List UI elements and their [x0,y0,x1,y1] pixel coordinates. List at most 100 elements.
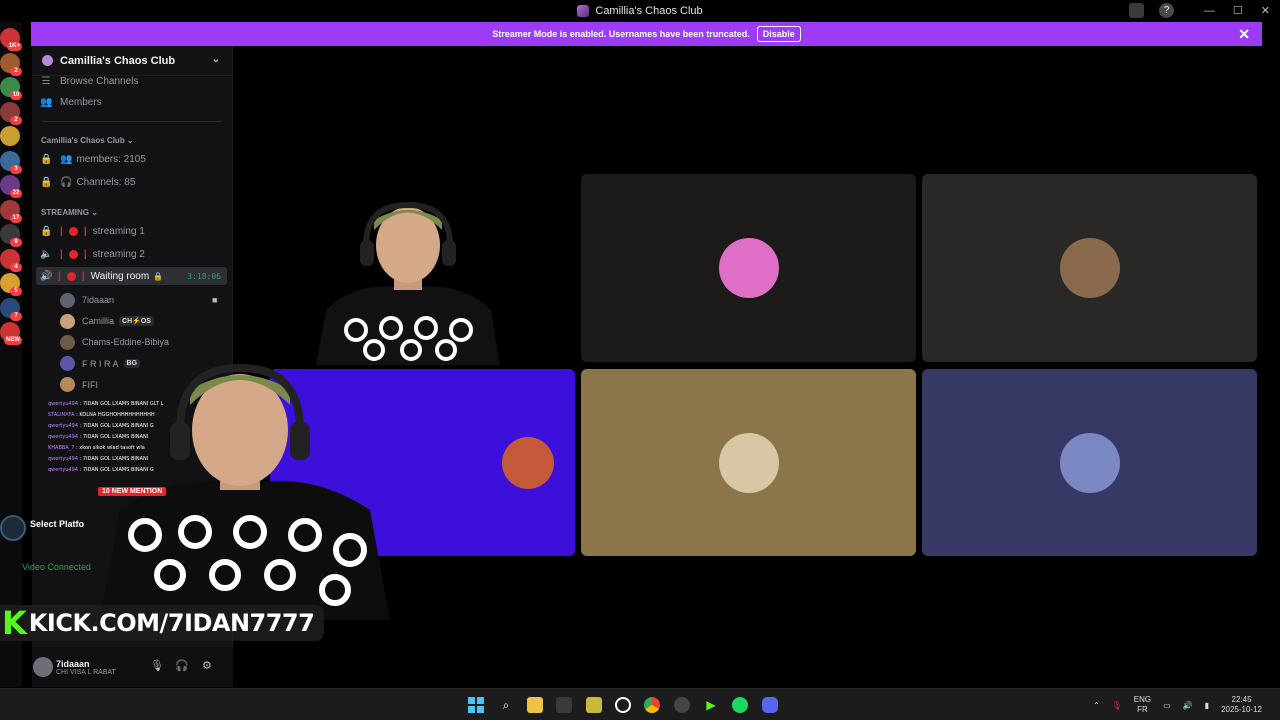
browser-icon[interactable] [674,697,690,713]
avatar [60,292,75,308]
avatar [60,313,75,329]
discord-icon[interactable] [762,697,778,713]
mention-badge: 5 [10,287,22,296]
chrome-icon[interactable] [644,697,660,713]
live-dot-icon [68,226,78,236]
members-link[interactable]: 👥 Members [40,93,102,111]
network-icon[interactable]: ▭ [1163,701,1171,710]
server-icon[interactable]: 4 [0,248,22,272]
avatar [60,377,75,393]
people-icon: 👥 [60,153,73,165]
voice-member[interactable]: FIFI [60,377,98,393]
store-icon[interactable] [556,697,572,713]
folder-icon[interactable] [527,697,543,713]
mention-badge: NEW [4,336,22,345]
clock[interactable]: 22:45 2025-10-12 [1221,695,1262,715]
lock-icon: 🔒 [40,225,53,237]
server-icon[interactable]: 9 [0,224,22,247]
speaker-icon: 🔈 [40,248,53,260]
avatar [60,356,75,372]
maximize-button[interactable]: ☐ [1233,4,1243,17]
spotify-icon[interactable] [732,697,748,713]
channel-waiting-room[interactable]: 🔊 | | Waiting room 🔒 3:18:06 [36,267,227,285]
avatar [1059,238,1120,298]
server-icon[interactable]: 2 [0,52,22,76]
headphones-icon: 🎧 [60,176,73,188]
minimize-button[interactable]: — [1204,5,1215,17]
divider [42,121,222,122]
channel-streaming-2[interactable]: 🔈 | | streaming 2 [40,245,145,263]
user-status: CHI VISA L RABAT [56,668,116,676]
battery-icon[interactable]: ▮ [1205,701,1209,710]
language-indicator[interactable]: ENG FR [1134,695,1151,715]
avatar [60,334,75,350]
avatar[interactable] [33,657,53,677]
mic-icon[interactable]: 🎙 [1112,701,1122,710]
kick-icon[interactable]: ▶ [703,697,719,713]
server-icon[interactable]: 10 [0,77,22,100]
camera-icon: ■ [212,295,218,305]
chat-author: qwertyu494 [48,423,79,429]
members-count: members: 2105 [76,153,146,165]
server-icon[interactable]: 2 [0,101,22,125]
inbox-icon[interactable] [1129,3,1144,18]
category-streaming[interactable]: STREAMING ⌄ [41,208,98,217]
mic-icon[interactable]: 🎙 [150,659,164,672]
server-icon[interactable]: 1K+ [0,28,22,51]
close-window-button[interactable]: ✕ [1261,4,1270,17]
server-list: 1K+ 2 10 2 3 22 17 9 4 5 7 NEW [0,22,22,687]
server-icon[interactable]: 17 [0,199,22,223]
app-icon[interactable] [586,697,602,713]
mention-badge: 9 [10,238,22,247]
disable-button[interactable]: Disable [756,26,801,42]
video-connected-label: Video Connected [22,562,91,572]
stat-members-channel[interactable]: 🔒 👥 members: 2105 [40,150,146,168]
mention-badge: 10 [10,91,22,100]
server-icon[interactable]: NEW [0,322,22,345]
chevron-down-icon[interactable]: ⌄ [212,54,220,65]
volume-icon[interactable]: 🔊 [1183,701,1193,710]
voice-member[interactable]: Chams-Eddine-Bibiya [60,334,169,350]
search-icon[interactable]: ⌕ [498,697,514,713]
list-icon: ☰ [41,75,51,87]
platform-icon [0,515,26,541]
headphones-icon[interactable]: 🎧 [175,659,189,672]
video-tile[interactable] [581,174,916,362]
server-icon[interactable] [0,126,20,146]
mention-badge: 22 [10,189,22,198]
server-icon[interactable]: 7 [0,297,22,321]
member-name: 7idaaan [82,295,115,305]
obs-icon[interactable] [615,697,631,713]
avatar [718,432,779,493]
voice-timer: 3:18:06 [187,271,221,281]
gear-icon[interactable]: ⚙ [202,659,212,672]
voice-member[interactable]: 7idaaan [60,292,114,308]
video-tile[interactable] [581,369,916,556]
server-icon[interactable]: 5 [0,273,22,296]
streamer-camera [316,201,500,365]
kick-logo-icon: K [2,604,27,642]
server-icon[interactable]: 3 [0,150,22,174]
guild-icon [42,55,53,66]
close-banner-icon[interactable]: ✕ [1238,26,1250,43]
chevron-up-icon[interactable]: ⌃ [1093,701,1100,710]
video-tile[interactable] [922,174,1257,362]
lock-icon: 🔒 [153,271,164,281]
chat-author: qwertyu494 [48,434,79,440]
mention-badge: 4 [10,262,22,272]
start-icon[interactable] [468,697,484,713]
help-icon[interactable]: ? [1159,3,1174,18]
member-name: Camillia [82,316,115,327]
mention-badge: 3 [10,164,22,174]
video-tile[interactable] [922,369,1257,556]
stat-channels-channel[interactable]: 🔒 🎧 Channels: 85 [40,173,135,191]
lock-icon: 🔒 [40,153,53,165]
avatar [1059,432,1120,493]
browse-channels[interactable]: ☰ Browse Channels [40,72,139,90]
server-icon[interactable]: 22 [0,175,22,198]
app-icon [577,4,590,17]
member-tag: CH⚡OS [119,316,154,327]
category-main[interactable]: Camillia's Chaos Club ⌄ [41,136,134,145]
voice-member[interactable]: Camillia CH⚡OS [60,313,154,329]
channel-streaming-1[interactable]: 🔒 | | streaming 1 [40,222,145,240]
